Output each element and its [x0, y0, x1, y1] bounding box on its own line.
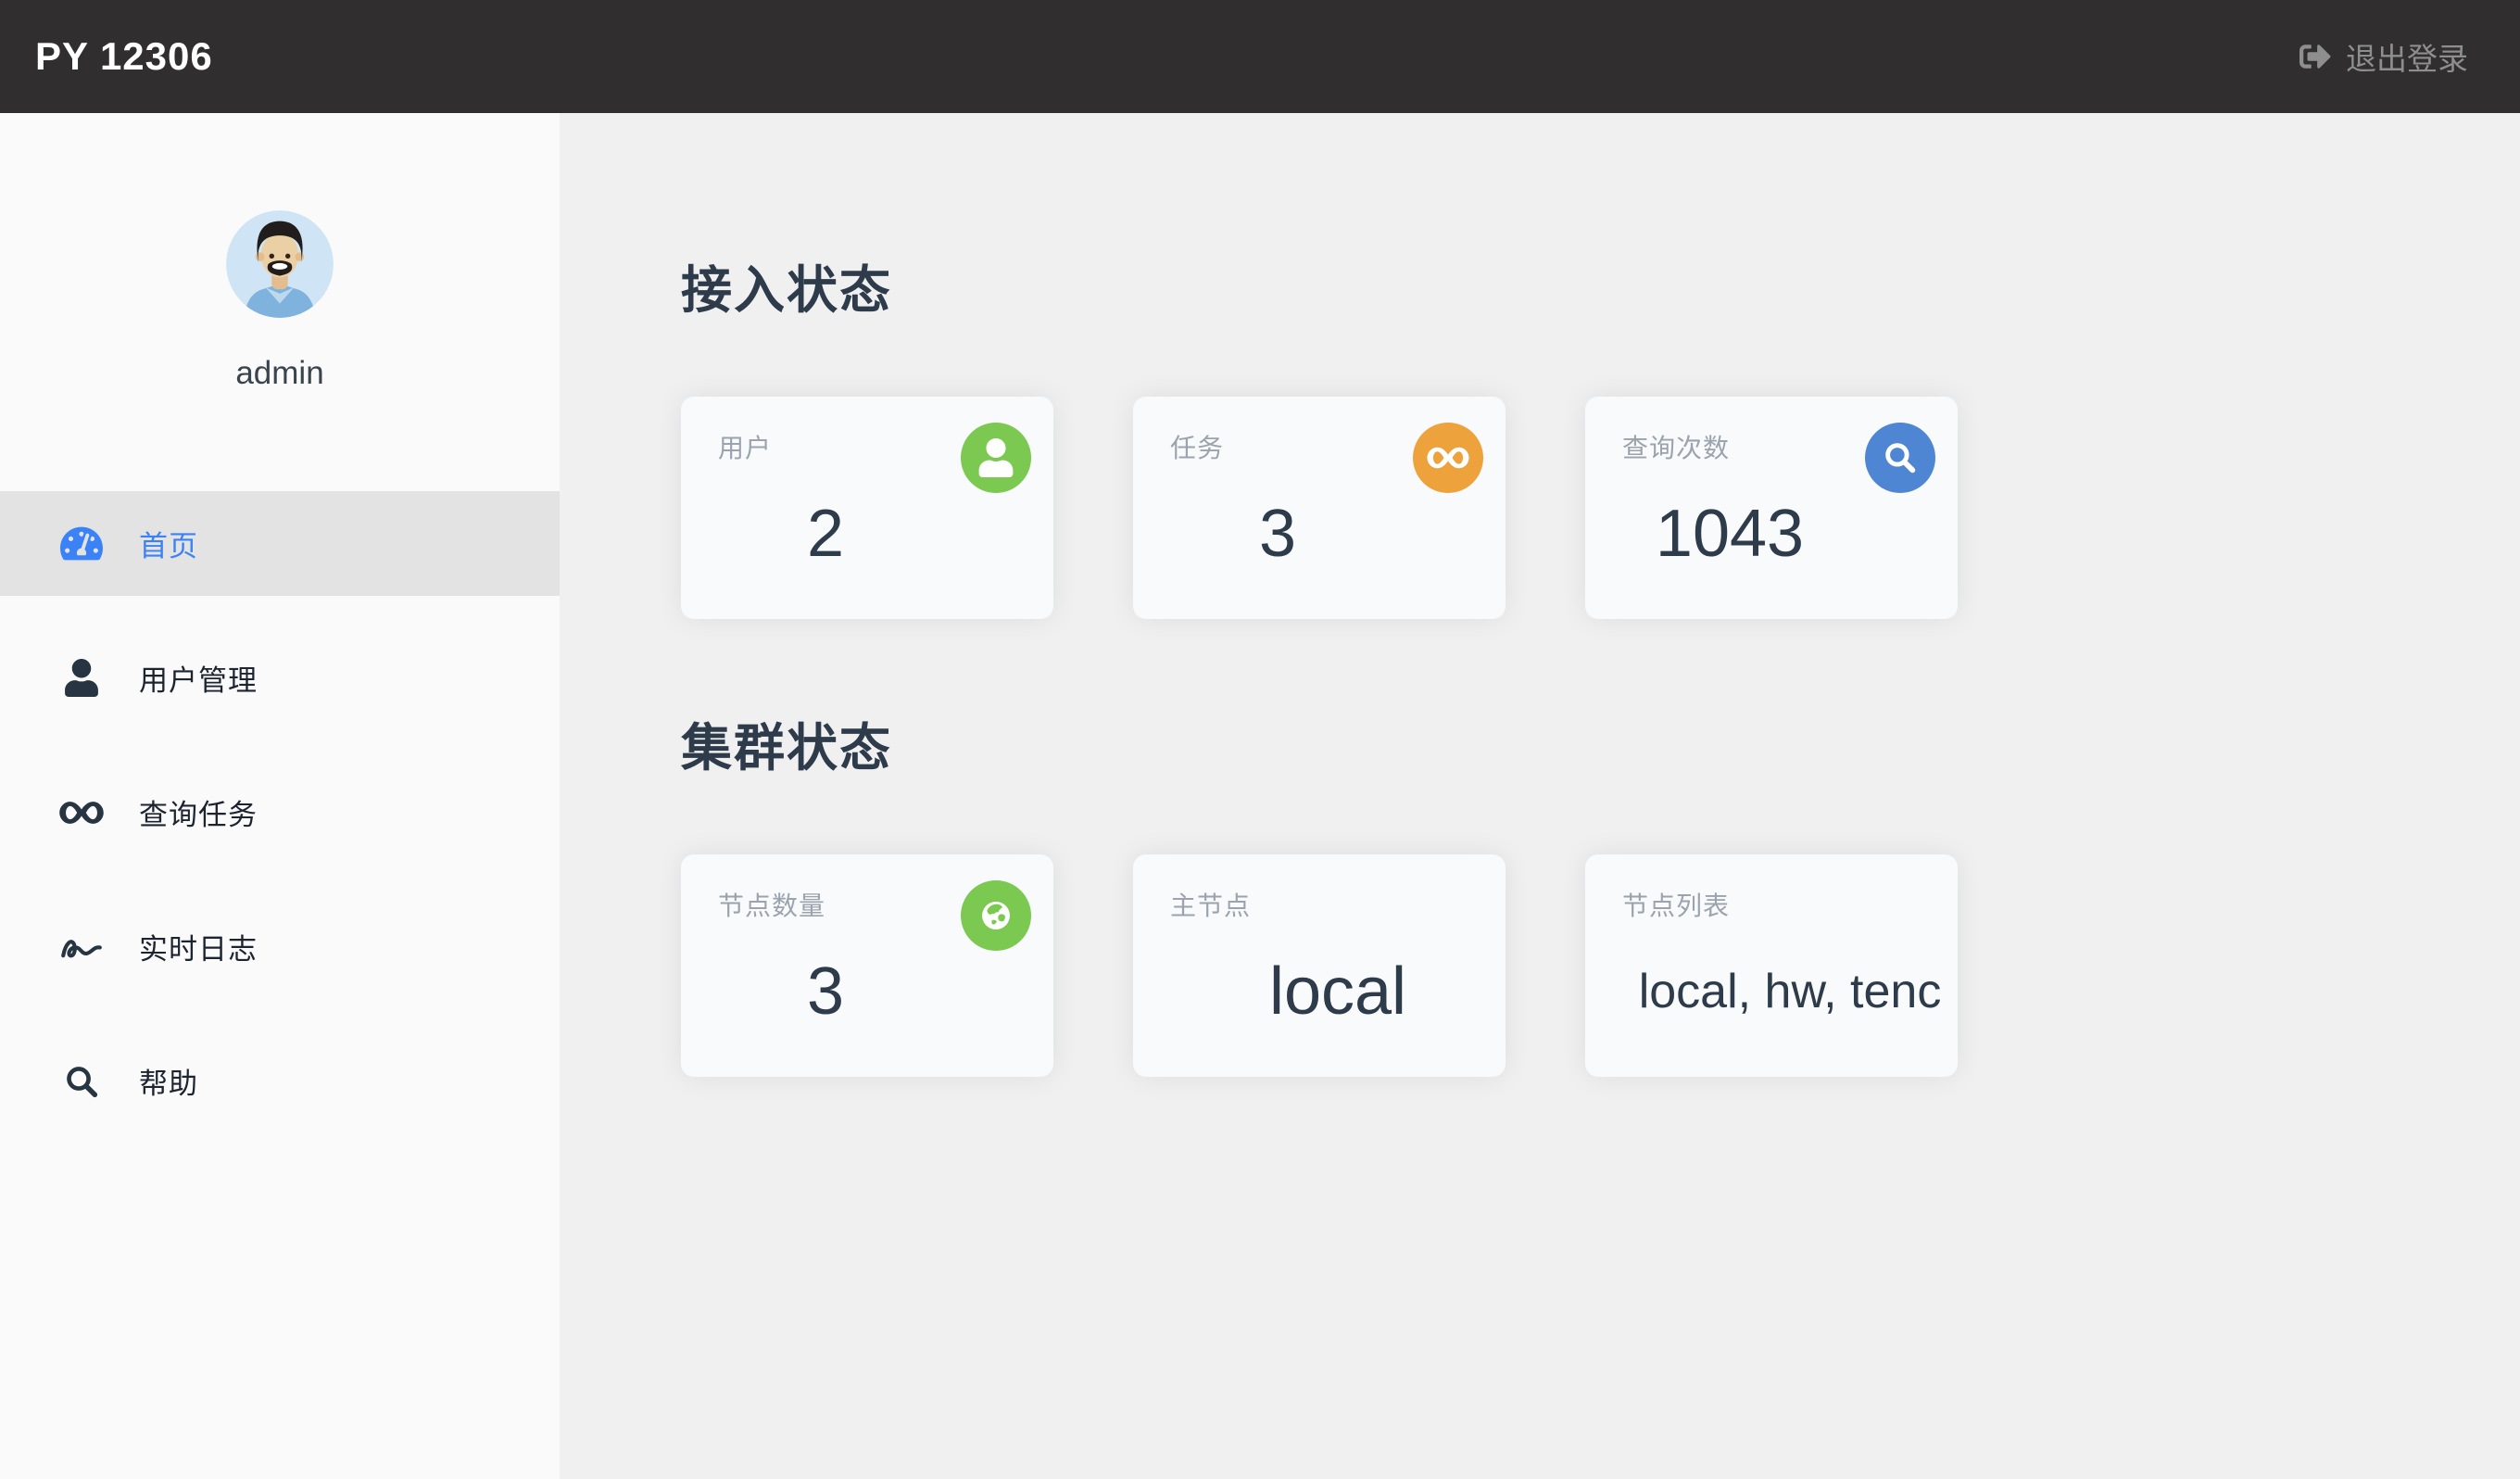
search-icon: [59, 1059, 104, 1104]
sidebar-item-tasks[interactable]: 查询任务: [0, 760, 560, 865]
sidebar-item-home[interactable]: 首页: [0, 491, 560, 596]
section-title-access-status: 接入状态: [681, 261, 893, 319]
sidebar-item-label: 实时日志: [139, 933, 258, 966]
card-label: 节点列表: [1622, 891, 1731, 920]
stat-card-query-count: 查询次数 1043: [1585, 397, 1958, 619]
main-content: 接入状态 用户 2 任务 3 查询次数 1043 集群状态 节点数量 3 主节点…: [560, 113, 2520, 1479]
signature-icon: [59, 925, 104, 969]
globe-icon: [961, 880, 1031, 951]
profile: admin: [0, 210, 560, 392]
sidebar-item-help[interactable]: 帮助: [0, 1029, 560, 1133]
user-icon: [961, 423, 1031, 493]
stat-card-node-count: 节点数量 3: [681, 854, 1053, 1077]
card-label: 主节点: [1170, 891, 1252, 920]
app-title: PY 12306: [35, 34, 213, 78]
sidebar-item-logs[interactable]: 实时日志: [0, 894, 560, 999]
tachometer-icon: [59, 522, 104, 566]
topbar: PY 12306 退出登录: [0, 0, 2520, 113]
stat-value: local, hw, tenc: [1638, 965, 1942, 1018]
section-title-cluster-status: 集群状态: [681, 719, 893, 777]
stat-card-users: 用户 2: [681, 397, 1053, 619]
infinity-icon: [59, 790, 104, 835]
avatar: [226, 210, 334, 318]
sidebar: admin 首页 用户管理 查询任务 实时日志 帮助: [0, 113, 560, 1479]
logout-button[interactable]: 退出登录: [2300, 34, 2468, 79]
sidebar-item-label: 查询任务: [139, 799, 258, 831]
user-icon: [59, 656, 104, 701]
sidebar-item-label: 首页: [139, 530, 198, 563]
infinity-icon: [1413, 423, 1483, 493]
stat-card-node-list: 节点列表 local, hw, tenc: [1585, 854, 1958, 1077]
stat-card-master-node: 主节点 local: [1133, 854, 1506, 1077]
sidebar-menu: 首页 用户管理 查询任务 实时日志 帮助: [0, 491, 560, 1163]
sign-out-icon: [2300, 41, 2331, 72]
stat-card-tasks: 任务 3: [1133, 397, 1506, 619]
logout-label: 退出登录: [2346, 42, 2468, 76]
sidebar-item-label: 帮助: [139, 1068, 198, 1100]
stat-value: local: [1268, 954, 1407, 1029]
sidebar-item-label: 用户管理: [139, 664, 258, 697]
username: admin: [235, 355, 324, 391]
card-row-access: 用户 2 任务 3 查询次数 1043: [681, 397, 2520, 619]
sidebar-item-users[interactable]: 用户管理: [0, 626, 560, 730]
search-icon: [1865, 423, 1935, 493]
card-row-cluster: 节点数量 3 主节点 local 节点列表 local, hw, tenc: [681, 854, 2520, 1077]
